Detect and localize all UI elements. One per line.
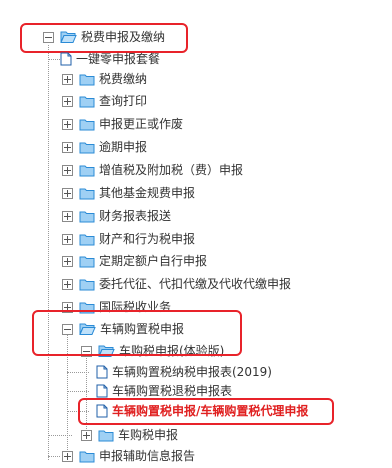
tree-connector bbox=[67, 411, 89, 412]
tree-node-label: 财务报表报送 bbox=[99, 209, 172, 223]
tree-node-label: 委托代征、代扣代缴及代收代缴申报 bbox=[99, 277, 292, 291]
collapse-toggle[interactable] bbox=[62, 324, 73, 335]
tree-node-label: 逾期申报 bbox=[99, 140, 148, 154]
tree-node-label: 车辆购置税申报 bbox=[100, 322, 185, 336]
tree-node-overdue[interactable]: 逾期申报 bbox=[79, 136, 147, 158]
expand-toggle[interactable] bbox=[62, 188, 73, 199]
tree-node-vehicle-agent-declare[interactable]: 车辆购置税申报/车辆购置税代理申报 bbox=[96, 400, 308, 422]
tree-node-financial-statements[interactable]: 财务报表报送 bbox=[79, 205, 171, 227]
folder-icon bbox=[79, 141, 95, 154]
tree-connector bbox=[48, 456, 60, 457]
tree-node-one-click-zero[interactable]: 一键零申报套餐 bbox=[60, 48, 160, 70]
expand-toggle[interactable] bbox=[62, 234, 73, 245]
tree-node-tax-payment[interactable]: 税费缴纳 bbox=[79, 68, 147, 90]
folder-icon bbox=[79, 118, 95, 131]
folder-open-icon bbox=[60, 30, 77, 44]
tree-node-label: 车辆购置税退税申报表 bbox=[112, 384, 233, 398]
folder-icon bbox=[98, 429, 114, 442]
tree-node-label: 车购税申报(体验版) bbox=[119, 344, 225, 358]
tree-node-label: 申报更正或作废 bbox=[99, 117, 184, 131]
tree-node-vehicle-declare[interactable]: 车购税申报 bbox=[98, 424, 178, 446]
tree-node-label: 一键零申报套餐 bbox=[76, 52, 161, 66]
tree-node-property-behavior[interactable]: 财产和行为税申报 bbox=[79, 228, 195, 250]
tree-node-label: 增值税及附加税（费）申报 bbox=[99, 163, 244, 177]
expand-toggle[interactable] bbox=[81, 430, 92, 441]
tree-node-vehicle-trial[interactable]: 车购税申报(体验版) bbox=[98, 340, 224, 362]
tree-node-vehicle-tax[interactable]: 车辆购置税申报 bbox=[79, 318, 184, 340]
expand-toggle[interactable] bbox=[62, 165, 73, 176]
tree-node-entrusted-collection[interactable]: 委托代征、代扣代缴及代收代缴申报 bbox=[79, 273, 291, 295]
tree-node-fixed-quota[interactable]: 定期定额户自行申报 bbox=[79, 250, 207, 272]
expand-toggle[interactable] bbox=[62, 211, 73, 222]
tree-node-vehicle-refund[interactable]: 车辆购置税退税申报表 bbox=[96, 380, 232, 402]
tree-node-label: 其他基金规费申报 bbox=[99, 186, 196, 200]
folder-icon bbox=[79, 73, 95, 86]
tree-node-label: 查询打印 bbox=[99, 94, 148, 108]
tree-connector bbox=[67, 335, 68, 460]
expand-toggle[interactable] bbox=[62, 451, 73, 462]
file-icon bbox=[96, 384, 108, 398]
expand-toggle[interactable] bbox=[62, 96, 73, 107]
tree-connector bbox=[86, 355, 87, 435]
tree-node-root[interactable]: 税费申报及缴纳 bbox=[60, 26, 165, 48]
tree-connector bbox=[48, 59, 60, 60]
tree-connector bbox=[48, 435, 72, 436]
tree-node-vat[interactable]: 增值税及附加税（费）申报 bbox=[79, 159, 243, 181]
folder-icon bbox=[79, 301, 95, 314]
expand-toggle[interactable] bbox=[62, 142, 73, 153]
expand-toggle[interactable] bbox=[62, 256, 73, 267]
tree-node-label: 车辆购置税申报/车辆购置税代理申报 bbox=[112, 404, 309, 418]
folder-icon bbox=[79, 95, 95, 108]
tree-node-label: 税费申报及缴纳 bbox=[81, 30, 166, 44]
tree-node-international-tax[interactable]: 国际税收业务 bbox=[79, 296, 171, 318]
expand-toggle[interactable] bbox=[62, 279, 73, 290]
folder-open-icon bbox=[79, 322, 96, 336]
tree-node-auxiliary-info[interactable]: 申报辅助信息报告 bbox=[79, 445, 195, 467]
tree-node-label: 财产和行为税申报 bbox=[99, 232, 196, 246]
tree-connector bbox=[67, 391, 89, 392]
folder-open-icon bbox=[98, 344, 115, 358]
tree-node-other-funds[interactable]: 其他基金规费申报 bbox=[79, 182, 195, 204]
expand-toggle[interactable] bbox=[62, 74, 73, 85]
tree-node-query-print[interactable]: 查询打印 bbox=[79, 90, 147, 112]
tree-node-label: 国际税收业务 bbox=[99, 300, 172, 314]
folder-icon bbox=[79, 450, 95, 463]
tree-node-correct-void[interactable]: 申报更正或作废 bbox=[79, 113, 183, 135]
expand-toggle[interactable] bbox=[62, 302, 73, 313]
tree-node-label: 申报辅助信息报告 bbox=[99, 449, 196, 463]
file-icon bbox=[96, 404, 108, 418]
collapse-toggle[interactable] bbox=[43, 32, 54, 43]
tree-node-label: 车购税申报 bbox=[118, 428, 179, 442]
folder-icon bbox=[79, 233, 95, 246]
collapse-toggle[interactable] bbox=[81, 346, 92, 357]
folder-icon bbox=[79, 164, 95, 177]
expand-toggle[interactable] bbox=[62, 119, 73, 130]
folder-icon bbox=[79, 278, 95, 291]
folder-icon bbox=[79, 210, 95, 223]
tree-connector bbox=[48, 45, 49, 460]
tree-node-label: 定期定额户自行申报 bbox=[99, 254, 208, 268]
folder-icon bbox=[79, 255, 95, 268]
file-icon bbox=[60, 52, 72, 66]
tree-connector bbox=[67, 372, 89, 373]
file-icon bbox=[96, 365, 108, 379]
folder-icon bbox=[79, 187, 95, 200]
tree-node-label: 税费缴纳 bbox=[99, 72, 148, 86]
